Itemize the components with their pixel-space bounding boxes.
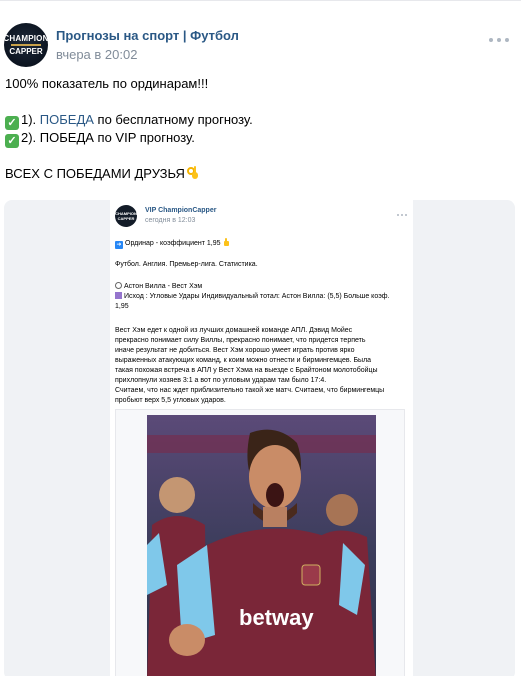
avatar-text-2: CAPPER bbox=[9, 47, 43, 56]
post-text-line: ✓ 2). ПОБЕДА по VIP прогнозу. bbox=[5, 129, 510, 148]
football-player-photo: betway bbox=[147, 415, 376, 676]
post-time-link[interactable]: вчера в 20:02 bbox=[56, 47, 137, 62]
post-text-line: ВСЕХ С ПОБЕДАМИ ДРУЗЬЯ bbox=[5, 165, 510, 183]
post-text-segment: 2). ПОБЕДА по VIP прогнозу. bbox=[21, 130, 195, 145]
inner-analysis: Вест Хэм едет к одной из лучших домашней… bbox=[115, 326, 410, 406]
inner-analysis-line: прекрасно понимает силу Виллы, прекрасно… bbox=[115, 337, 366, 344]
sponsor-logo-text: betway bbox=[239, 605, 314, 630]
inner-match-line: Астон Вилла - Вест Хэм bbox=[115, 282, 410, 292]
inner-outcome-line: Исход : Угловые Удары Индивидуальный тот… bbox=[115, 292, 410, 302]
post-text-line: 100% показатель по ординарам!!! bbox=[5, 76, 209, 91]
post-text-segment: 1). bbox=[21, 112, 40, 127]
inner-analysis-line: иначе результат не добиться. Вест Хэм хо… bbox=[115, 347, 355, 354]
screenshot-of-post: CHAMPION CAPPER VIP ChampionCapper сегод… bbox=[110, 200, 413, 676]
inner-match-text: Астон Вилла - Вест Хэм bbox=[124, 283, 203, 290]
victory-link[interactable]: ПОБЕДА bbox=[40, 112, 94, 127]
inner-ordinar-line: ➜ Ординар - коэффициент 1,95 bbox=[115, 238, 410, 249]
inner-time: сегодня в 12:03 bbox=[145, 217, 196, 224]
inner-analysis-line: Вест Хэм едет к одной из лучших домашней… bbox=[115, 327, 353, 334]
inner-author: VIP ChampionCapper bbox=[145, 207, 217, 214]
inner-league-line: Футбол. Англия. Премьер-лига. Статистика… bbox=[115, 261, 258, 268]
wall-post: CHAMPION CAPPER Прогнозы на спорт | Футб… bbox=[0, 0, 521, 676]
inner-analysis-line: пробьют верх 5,5 угловых ударов. bbox=[115, 397, 226, 404]
inner-outcome-line-2: 1,95 bbox=[115, 303, 129, 310]
post-text: 100% показатель по ординарам!!! ✓ 1). ПОБ… bbox=[5, 75, 510, 183]
inner-ordinar: ➜ Ординар - коэффициент 1,95 bbox=[115, 238, 410, 249]
group-avatar[interactable]: CHAMPION CAPPER bbox=[4, 23, 48, 67]
attached-image[interactable]: CHAMPION CAPPER VIP ChampionCapper сегод… bbox=[4, 200, 515, 676]
more-dots-icon[interactable] bbox=[489, 37, 509, 43]
check-mark-icon: ✓ bbox=[5, 134, 19, 148]
arrow-right-icon: ➜ bbox=[115, 241, 123, 249]
post-text-segment: по бесплатному прогнозу. bbox=[93, 112, 253, 127]
inner-photo-frame: betway bbox=[115, 409, 405, 676]
avatar-text-1: CHAMPION bbox=[4, 34, 48, 43]
bar-chart-icon bbox=[115, 292, 122, 299]
inner-more-dots-icon bbox=[397, 214, 407, 217]
inner-analysis-line: Считаем, что нас ждет приблизительно так… bbox=[115, 387, 385, 394]
thumbs-up-emoji-icon bbox=[223, 238, 229, 246]
ok-hand-emoji-icon bbox=[186, 166, 198, 179]
inner-outcome-text: Исход : Угловые Удары Индивидуальный тот… bbox=[124, 293, 390, 300]
player-illustration: betway bbox=[147, 415, 376, 676]
inner-ordinar-text: Ординар - коэффициент 1,95 bbox=[125, 240, 221, 247]
check-mark-icon: ✓ bbox=[5, 116, 19, 130]
post-text-line: ✓ 1). ПОБЕДА по бесплатному прогнозу. bbox=[5, 111, 510, 130]
inner-match: Астон Вилла - Вест Хэм Исход : Угловые У… bbox=[115, 282, 410, 312]
inner-avatar: CHAMPION CAPPER bbox=[115, 205, 137, 227]
inner-analysis-line: такая похожая встреча в АПЛ у Вест Хэма … bbox=[115, 367, 378, 374]
inner-league: Футбол. Англия. Премьер-лига. Статистика… bbox=[115, 260, 410, 270]
post-text-segment: ВСЕХ С ПОБЕДАМИ ДРУЗЬЯ bbox=[5, 166, 185, 181]
avatar-bar bbox=[11, 44, 41, 46]
post-author-link[interactable]: Прогнозы на спорт | Футбол bbox=[56, 28, 239, 43]
post-header: CHAMPION CAPPER Прогнозы на спорт | Футб… bbox=[0, 23, 521, 69]
soccer-ball-icon bbox=[115, 282, 122, 289]
inner-avatar-text-2: CAPPER bbox=[117, 216, 135, 221]
inner-analysis-line: прихлопнули хозяев 3:1 а вот по угловым … bbox=[115, 377, 327, 384]
inner-analysis-line: выраженных атакующих команд, к коим можн… bbox=[115, 357, 372, 364]
